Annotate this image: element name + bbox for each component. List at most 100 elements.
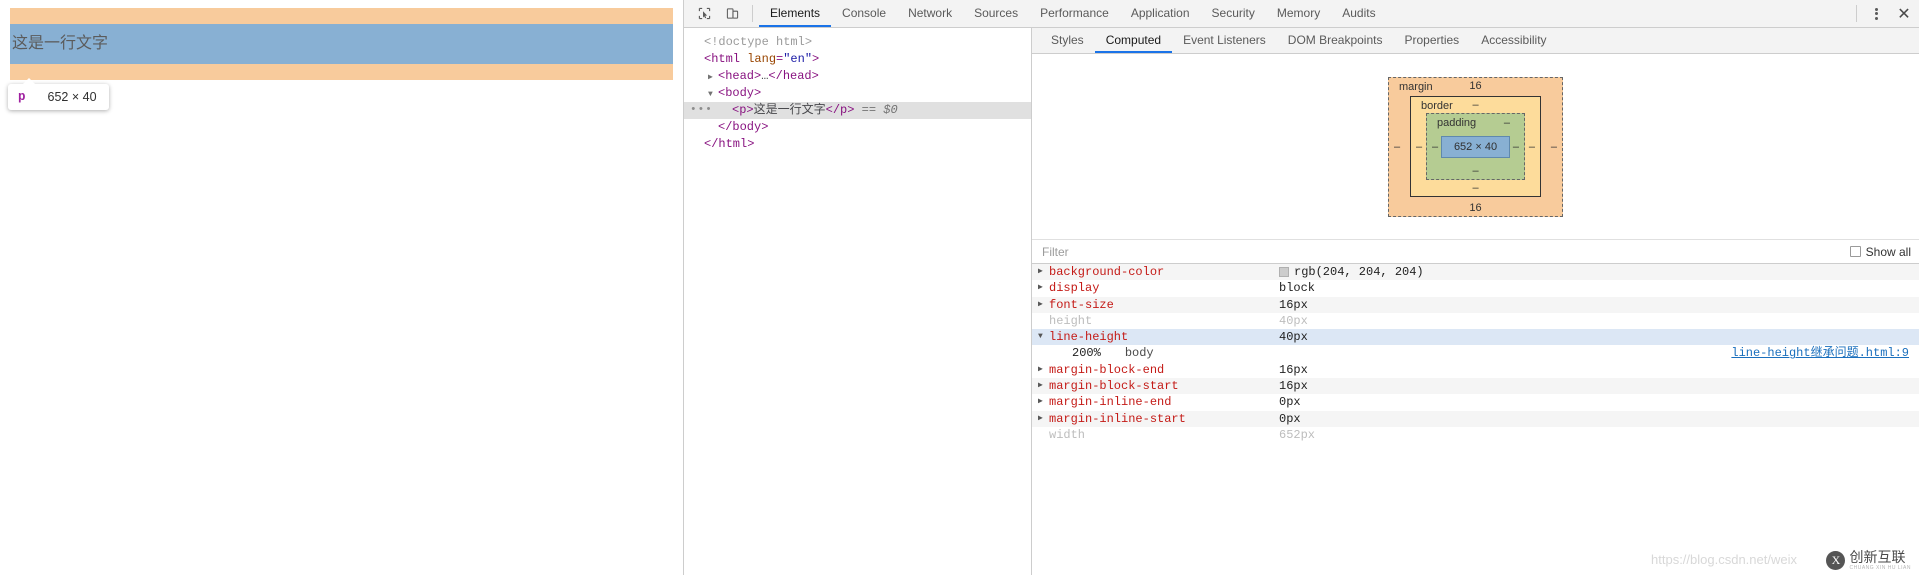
box-model-margin-left[interactable]: – xyxy=(1394,141,1400,153)
computed-property-value: 40px xyxy=(1279,329,1308,345)
kebab-menu-icon[interactable] xyxy=(1863,0,1889,27)
box-model-content-size[interactable]: 652 × 40 xyxy=(1441,135,1510,158)
dom-node-row[interactable]: </body> xyxy=(684,119,1031,136)
close-icon[interactable]: ✕ xyxy=(1889,0,1919,27)
computed-property-value-text: 16px xyxy=(1279,362,1308,377)
box-model-padding-left[interactable]: – xyxy=(1432,141,1438,153)
show-all-toggle[interactable]: Show all xyxy=(1849,244,1911,259)
computed-property-row[interactable]: ▶ margin-block-start 16px xyxy=(1032,378,1919,395)
dom-node-token: <head> xyxy=(718,69,762,83)
dom-node-row[interactable]: </html> xyxy=(684,136,1031,153)
chevron-right-icon[interactable]: ▶ xyxy=(1038,297,1049,313)
computed-property-row[interactable]: ▶ margin-inline-end 0px xyxy=(1032,394,1919,410)
tab-properties[interactable]: Properties xyxy=(1393,28,1470,53)
devtools-body: <!doctype html> <html lang="en"> ▶ <head>…<… xyxy=(684,28,1919,575)
tab-event-listeners[interactable]: Event Listeners xyxy=(1172,28,1277,53)
box-model-margin-right[interactable]: – xyxy=(1551,141,1557,153)
box-model-border-layer[interactable]: border – – – – padding – – – – 652 × 40 xyxy=(1410,96,1541,197)
paragraph-content-highlight: 这是一行文字 xyxy=(10,24,673,64)
computed-property-name: margin-inline-start xyxy=(1049,411,1186,426)
box-model-padding-layer[interactable]: padding – – – – 652 × 40 xyxy=(1426,113,1525,180)
dom-node-token: 这是一行文字 xyxy=(753,103,826,117)
tab-styles[interactable]: Styles xyxy=(1040,28,1095,53)
computed-property-row[interactable]: width 652px xyxy=(1032,427,1919,443)
computed-property-name: height xyxy=(1049,313,1093,328)
chevron-right-icon[interactable]: ▶ xyxy=(1038,411,1049,427)
box-model-border-top[interactable]: – xyxy=(1411,99,1540,111)
dom-node-token: <!doctype html> xyxy=(704,35,813,49)
computed-property-row[interactable]: ▶ background-color rgb(204, 204, 204) xyxy=(1032,264,1919,281)
chevron-right-icon[interactable]: ▶ xyxy=(1038,378,1049,394)
dom-node-row[interactable]: ▶ <head>…</head> xyxy=(684,68,1031,85)
box-model-padding-bottom[interactable]: – xyxy=(1427,165,1524,177)
tooltip-dimensions: 652 × 40 xyxy=(47,90,97,104)
filter-input[interactable] xyxy=(1040,243,1850,260)
dom-node-token: </body> xyxy=(718,120,769,134)
box-model-margin-layer[interactable]: margin 16 16 – – border – – – – padding … xyxy=(1388,76,1563,217)
box-model-padding-top[interactable]: – xyxy=(1504,117,1510,129)
computed-property-row[interactable]: height 40px xyxy=(1032,313,1919,329)
toolbar-divider xyxy=(752,5,753,22)
computed-property-value: 16px xyxy=(1279,378,1308,394)
tab-security[interactable]: Security xyxy=(1201,0,1266,27)
tab-accessibility[interactable]: Accessibility xyxy=(1470,28,1557,53)
tab-console[interactable]: Console xyxy=(831,0,897,27)
dom-node-menu-icon[interactable]: ••• xyxy=(690,105,713,116)
box-model-padding-right[interactable]: – xyxy=(1513,141,1519,153)
dom-node-token: <p> xyxy=(732,103,754,117)
tab-audits[interactable]: Audits xyxy=(1331,0,1386,27)
trace-source-link[interactable]: line-height继承问题.html:9 xyxy=(1731,345,1909,361)
tab-computed[interactable]: Computed xyxy=(1094,28,1173,53)
box-model-border-bottom[interactable]: – xyxy=(1411,182,1540,194)
dom-node-row[interactable]: ▼ <body> xyxy=(684,85,1031,102)
computed-property-name: width xyxy=(1049,427,1086,442)
box-model-border-right[interactable]: – xyxy=(1529,141,1535,153)
computed-property-value-text: 652px xyxy=(1279,427,1316,442)
dom-node-row[interactable]: ••• <p>这是一行文字</p> == $0 xyxy=(684,102,1031,119)
dom-node-row[interactable]: <!doctype html> xyxy=(684,34,1031,51)
computed-property-value-text: 0px xyxy=(1279,411,1301,426)
dom-node-token: </html> xyxy=(704,137,755,151)
computed-property-value-text: 40px xyxy=(1279,330,1308,345)
tab-elements[interactable]: Elements xyxy=(759,0,832,27)
elements-sidebar: Styles Computed Event Listeners DOM Brea… xyxy=(1032,28,1919,575)
box-model-padding-label: padding xyxy=(1437,117,1477,129)
dom-node-token: <body> xyxy=(718,86,762,100)
chevron-right-icon[interactable]: ▶ xyxy=(1038,394,1049,410)
tab-performance[interactable]: Performance xyxy=(1029,0,1120,27)
dom-node-token: </p> xyxy=(825,103,855,117)
tab-application[interactable]: Application xyxy=(1120,0,1201,27)
computed-property-name: margin-block-end xyxy=(1049,362,1165,377)
computed-property-value-text: 16px xyxy=(1279,297,1308,312)
browser-page-viewport: 这是一行文字 p 652 × 40 xyxy=(0,0,683,575)
chevron-right-icon[interactable]: ▶ xyxy=(1038,362,1049,378)
chevron-right-icon[interactable]: ▶ xyxy=(1038,280,1049,296)
chevron-down-icon[interactable]: ▼ xyxy=(708,86,718,103)
computed-property-row[interactable]: ▶ margin-inline-start 0px xyxy=(1032,410,1919,427)
chevron-down-icon[interactable]: ▼ xyxy=(1038,329,1049,345)
tab-sources[interactable]: Sources xyxy=(963,0,1029,27)
cursor-select-icon[interactable] xyxy=(690,0,718,27)
show-all-label: Show all xyxy=(1865,244,1911,259)
dom-node-row[interactable]: <html lang="en"> xyxy=(684,51,1031,68)
box-model-margin-top[interactable]: 16 xyxy=(1389,80,1562,92)
computed-property-value: 0px xyxy=(1279,411,1301,427)
computed-property-value-text: 0px xyxy=(1279,395,1301,410)
tab-network[interactable]: Network xyxy=(897,0,963,27)
tab-memory[interactable]: Memory xyxy=(1266,0,1331,27)
chevron-right-icon[interactable]: ▶ xyxy=(1038,264,1049,280)
dom-tree-panel[interactable]: <!doctype html> <html lang="en"> ▶ <head>…<… xyxy=(684,28,1032,575)
color-swatch-icon[interactable] xyxy=(1279,267,1289,278)
computed-properties-list[interactable]: ▶ background-color rgb(204, 204, 204) ▶ disp… xyxy=(1032,264,1919,575)
device-toolbar-icon[interactable] xyxy=(718,0,746,27)
tab-dom-breakpoints[interactable]: DOM Breakpoints xyxy=(1277,28,1394,53)
computed-property-row[interactable]: ▶ display block xyxy=(1032,280,1919,296)
show-all-checkbox[interactable] xyxy=(1849,246,1861,257)
computed-property-row[interactable]: ▶ margin-block-end 16px xyxy=(1032,362,1919,378)
chevron-right-icon[interactable]: ▶ xyxy=(708,69,718,86)
computed-property-row[interactable]: ▼ line-height 40px xyxy=(1032,329,1919,346)
computed-property-name: display xyxy=(1049,281,1100,296)
box-model-border-left[interactable]: – xyxy=(1416,141,1422,153)
box-model-margin-bottom[interactable]: 16 xyxy=(1389,202,1562,214)
computed-property-row[interactable]: ▶ font-size 16px xyxy=(1032,296,1919,313)
